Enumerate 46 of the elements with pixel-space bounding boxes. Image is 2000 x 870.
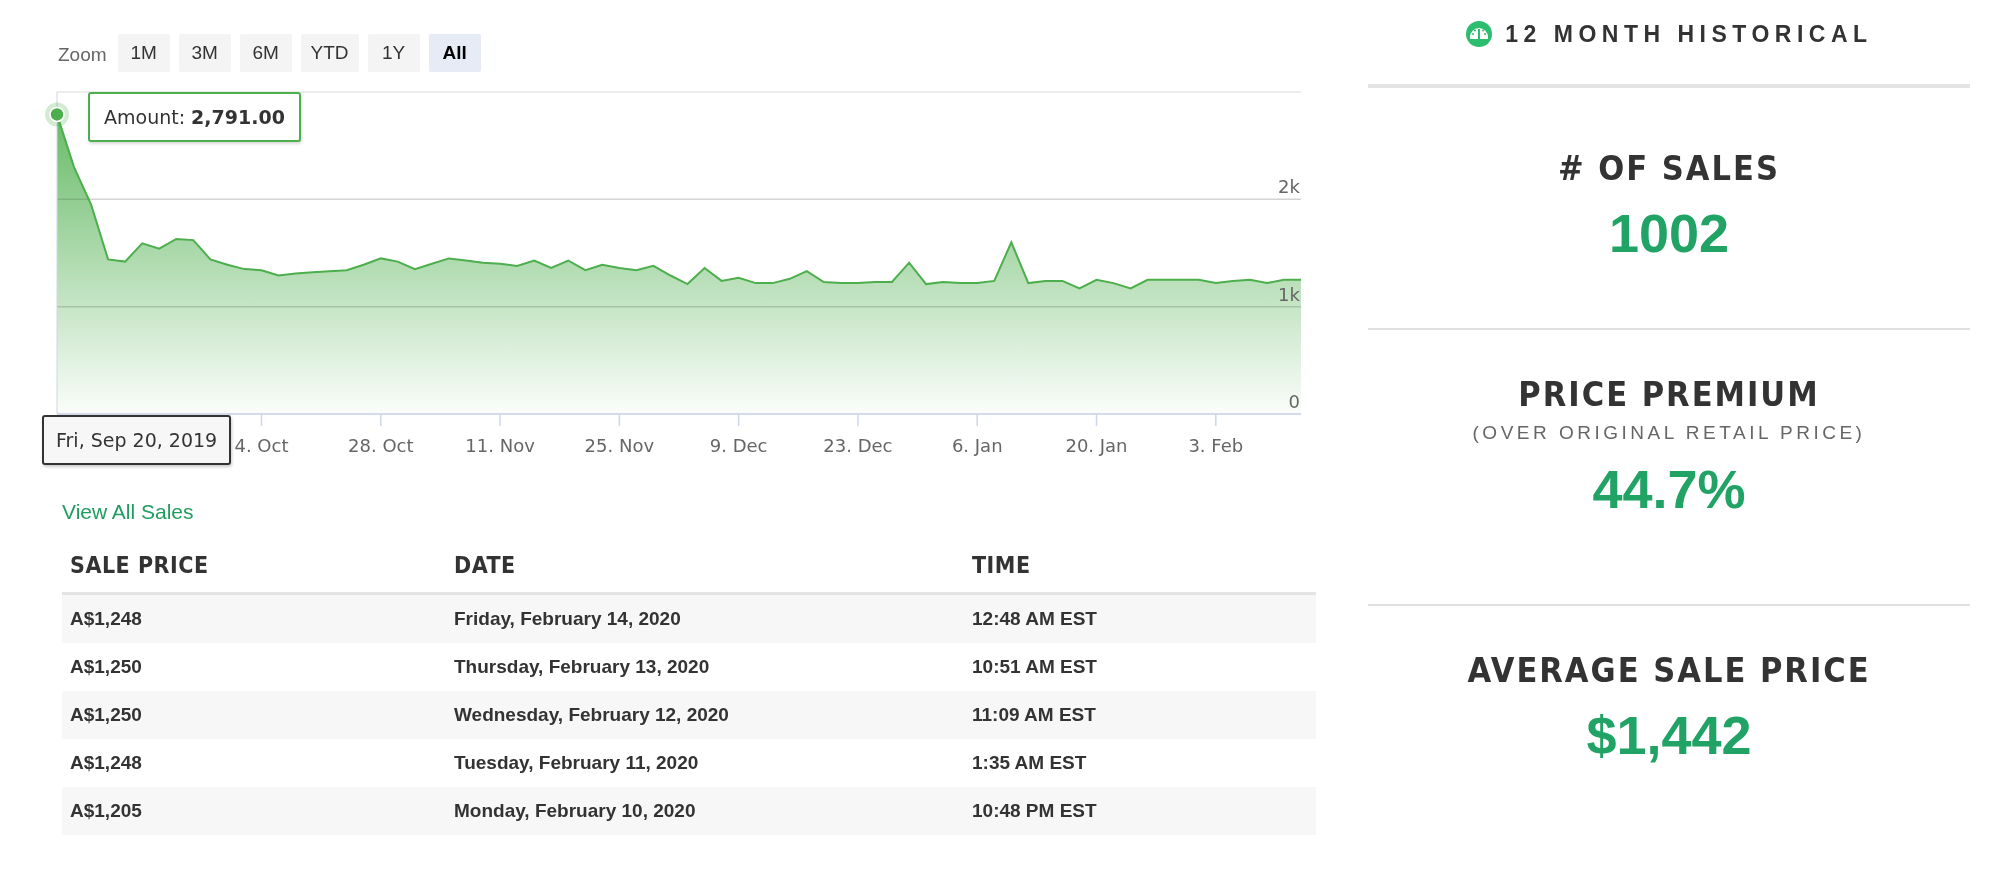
- table-cell: 1:35 AM EST: [964, 739, 1316, 787]
- x-tick-label: 28. Oct: [348, 435, 414, 456]
- x-tick-label: 6. Jan: [951, 435, 1003, 456]
- zoom-range-button[interactable]: YTD: [300, 34, 359, 72]
- table-cell: A$1,205: [62, 787, 446, 835]
- table-cell: Wednesday, February 12, 2020: [446, 691, 964, 739]
- x-tick-label: 23. Dec: [823, 435, 893, 456]
- table-cell: A$1,248: [62, 593, 446, 643]
- table-cell: A$1,248: [62, 739, 446, 787]
- stat-value: 1002: [1608, 202, 1730, 264]
- stat-sublabel: (OVER ORIGINAL RETAIL PRICE): [1472, 422, 1866, 444]
- table-cell: Friday, February 14, 2020: [446, 593, 964, 643]
- zoom-range-button[interactable]: 3M: [178, 34, 231, 72]
- table-cell: Thursday, February 13, 2020: [446, 643, 964, 691]
- y-tick-label: 1k: [1278, 283, 1300, 305]
- y-tick-label: 0: [1288, 391, 1300, 412]
- zoom-range-button[interactable]: 1M: [117, 34, 170, 72]
- section-title: 12 MONTH HISTORICAL: [1505, 20, 1873, 48]
- x-tick-label: 25. Nov: [584, 435, 655, 456]
- stat-label: PRICE PREMIUM: [1518, 374, 1820, 414]
- x-tick-label: 9. Dec: [709, 435, 768, 456]
- table-cell: 10:51 AM EST: [964, 643, 1316, 691]
- x-tick-label: 11. Nov: [465, 435, 535, 456]
- table-cell: Tuesday, February 11, 2020: [446, 739, 964, 787]
- table-cell: A$1,250: [62, 691, 446, 739]
- zoom-range-button[interactable]: All: [428, 34, 481, 72]
- stat-label: # OF SALES: [1558, 148, 1780, 188]
- gauge-icon: [1465, 20, 1494, 48]
- x-tick-label: 20. Jan: [1065, 435, 1128, 456]
- date-tooltip: Fri, Sep 20, 2019: [42, 415, 232, 465]
- zoom-range-button[interactable]: 6M: [239, 34, 292, 72]
- x-tick-label: 4. Oct: [234, 435, 289, 456]
- table-cell: 11:09 AM EST: [964, 691, 1316, 739]
- zoom-range-button[interactable]: 1Y: [367, 34, 420, 72]
- table-cell: A$1,250: [62, 643, 446, 691]
- table-cell: Monday, February 10, 2020: [446, 787, 964, 835]
- y-tick-label: 2k: [1278, 176, 1300, 198]
- x-tick-label: 3. Feb: [1188, 435, 1244, 456]
- table-cell: 12:48 AM EST: [964, 593, 1316, 643]
- table-cell: 10:48 PM EST: [964, 787, 1316, 835]
- stat-value: $1,442: [1586, 704, 1752, 766]
- value-tooltip: Amount: 2,791.00: [88, 92, 301, 142]
- stat-label: AVERAGE SALE PRICE: [1467, 650, 1871, 690]
- stat-value: 44.7%: [1592, 458, 1746, 520]
- zoom-label: Zoom: [58, 44, 107, 66]
- data-point-marker: [45, 102, 69, 127]
